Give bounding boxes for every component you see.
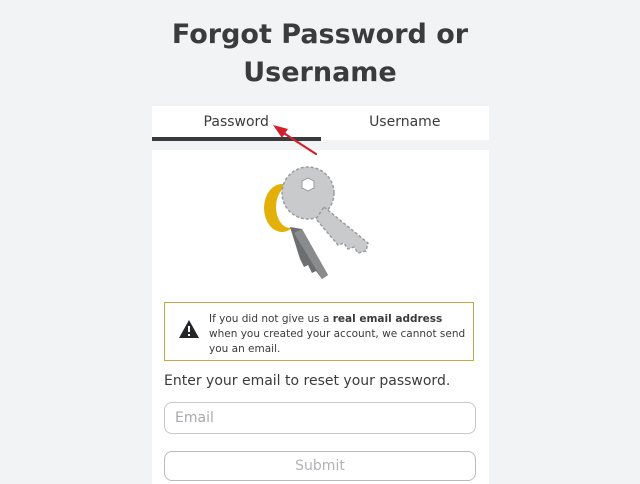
tab-password[interactable]: Password (152, 106, 321, 141)
submit-button[interactable]: Submit (164, 451, 476, 481)
tab-bar: Password Username (152, 106, 490, 141)
tab-username[interactable]: Username (321, 106, 490, 140)
page-title: Forgot Password or Username (171, 19, 469, 88)
notice-prefix: If you did not give us a (209, 313, 333, 325)
warning-icon (179, 320, 199, 338)
notice-text: If you did not give us a real email addr… (209, 312, 471, 357)
notice-emphasis: real email address (332, 313, 443, 325)
key-illustration (264, 166, 369, 279)
reset-instruction: Enter your email to reset your password. (164, 373, 451, 389)
email-field[interactable] (164, 402, 476, 434)
notice-suffix: when you created your account, we cannot… (209, 328, 466, 355)
email-notice: If you did not give us a real email addr… (164, 302, 474, 361)
